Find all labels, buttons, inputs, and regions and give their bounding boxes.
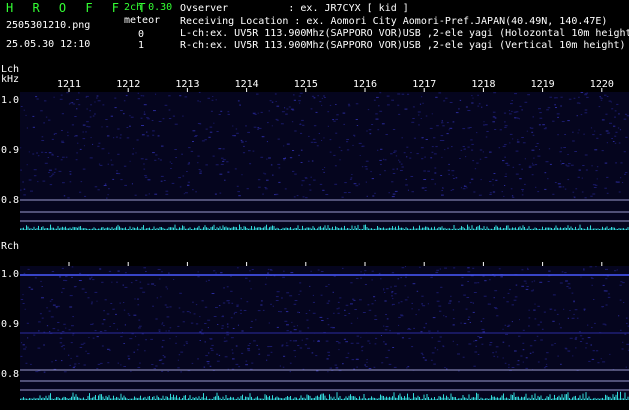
lch-spectrogram: [20, 92, 629, 230]
spectrogram-canvas: [20, 88, 629, 400]
